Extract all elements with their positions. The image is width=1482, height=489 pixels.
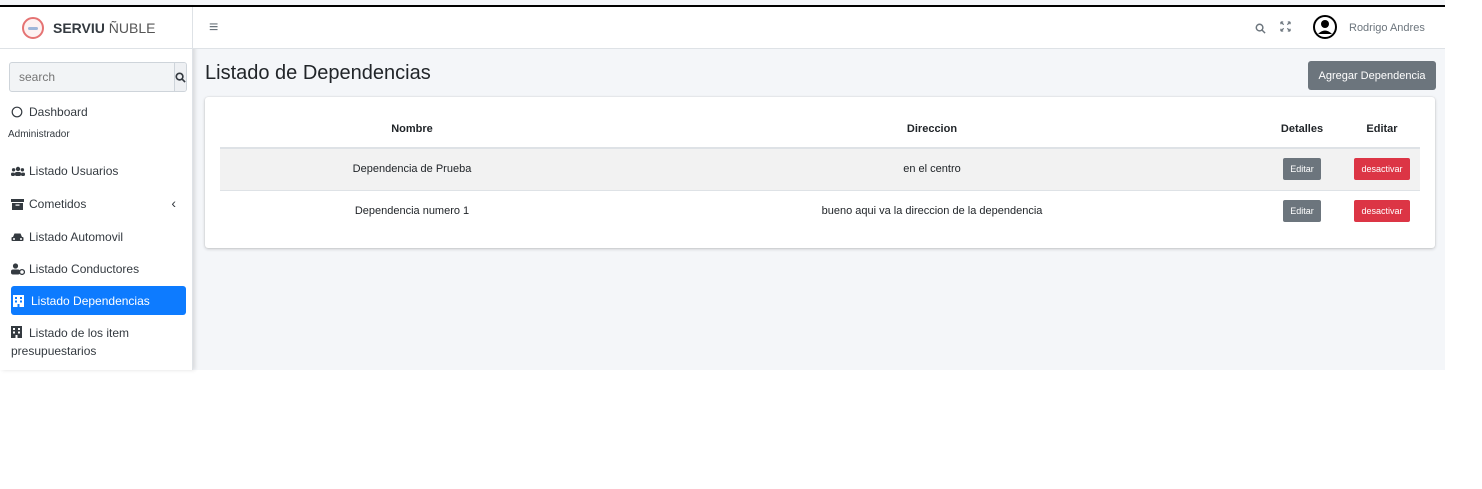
sidebar-item-label: Listado Dependencias: [31, 293, 150, 308]
sidebar-search: [9, 62, 187, 92]
app-root: SERVIU ÑUBLE Dashboard Administrador Lis…: [0, 0, 1445, 370]
editar-button[interactable]: Editar: [1283, 158, 1321, 181]
brand-link[interactable]: SERVIU ÑUBLE: [0, 7, 193, 49]
sidebar-item-label: Listado de los item presupuestarios: [11, 326, 130, 358]
dependencias-table: Nombre Direccion Detalles Editar Depende…: [220, 111, 1420, 232]
sidebar-item-item-presupuestarios[interactable]: Listado de los item presupuestarios: [11, 324, 186, 358]
sidebar-item-conductores[interactable]: Listado Conductores: [11, 260, 186, 278]
sidebar-section-header: Administrador: [8, 129, 70, 140]
sidebar-item-cometidos[interactable]: Cometidos ‹: [11, 195, 186, 213]
brand-logo: [22, 16, 44, 39]
top-navbar: ≡ Rodrigo Andres: [193, 7, 1445, 49]
column-header-nombre: Nombre: [220, 111, 604, 149]
sidebar: SERVIU ÑUBLE: [0, 7, 193, 370]
car-icon: [11, 232, 26, 243]
add-dependencia-button[interactable]: Agregar Dependencia: [1308, 61, 1436, 90]
cell-detalles: Editar: [1260, 189, 1344, 232]
archive-icon: [11, 198, 26, 210]
column-header-editar: Editar: [1344, 111, 1420, 149]
dependencias-card: Nombre Direccion Detalles Editar Depende…: [205, 97, 1435, 248]
sidebar-item-dashboard[interactable]: Dashboard: [11, 103, 186, 121]
cell-direccion: en el centro: [604, 147, 1260, 190]
fullscreen-icon[interactable]: [1280, 20, 1291, 35]
cell-detalles: Editar: [1260, 147, 1344, 190]
search-icon: [175, 71, 186, 83]
desactivar-button[interactable]: desactivar: [1354, 158, 1410, 181]
brand-name: SERVIU ÑUBLE: [53, 19, 156, 36]
navbar-search-icon[interactable]: [1255, 21, 1266, 39]
sidebar-item-dependencias[interactable]: Listado Dependencias: [11, 286, 186, 315]
table-row: Dependencia de Prueba en el centro Edita…: [220, 147, 1420, 190]
table-header-row: Nombre Direccion Detalles Editar: [220, 111, 1420, 149]
cell-editar: desactivar: [1344, 147, 1420, 190]
building-icon: [11, 326, 26, 338]
desactivar-button[interactable]: desactivar: [1354, 200, 1410, 223]
menu-toggle-icon[interactable]: ≡: [209, 19, 218, 37]
column-header-detalles: Detalles: [1260, 111, 1344, 149]
user-avatar-icon[interactable]: [1313, 15, 1337, 44]
user-driver-icon: [11, 263, 26, 275]
user-name[interactable]: Rodrigo Andres: [1349, 22, 1425, 34]
building-icon: [13, 294, 28, 307]
chevron-left-icon: ‹: [171, 195, 176, 211]
editar-button[interactable]: Editar: [1283, 200, 1321, 223]
sidebar-item-usuarios[interactable]: Listado Usuarios: [11, 162, 186, 180]
cell-editar: desactivar: [1344, 189, 1420, 232]
cell-direccion: bueno aqui va la direccion de la depende…: [604, 189, 1260, 232]
sidebar-item-automovil[interactable]: Listado Automovil: [11, 228, 186, 246]
cell-nombre: Dependencia de Prueba: [220, 147, 604, 190]
search-input[interactable]: [10, 63, 174, 91]
sidebar-item-label: Cometidos: [29, 197, 87, 211]
sidebar-item-label: Listado Usuarios: [29, 164, 119, 178]
sidebar-item-label: Listado Conductores: [29, 262, 140, 276]
search-button[interactable]: [174, 63, 186, 91]
sidebar-item-label: Listado Automovil: [29, 230, 124, 244]
sidebar-item-label: Dashboard: [29, 105, 88, 119]
table-row: Dependencia numero 1 bueno aqui va la di…: [220, 189, 1420, 232]
circle-icon: [11, 106, 26, 118]
column-header-direccion: Direccion: [604, 111, 1260, 149]
page-title: Listado de Dependencias: [205, 62, 431, 84]
cell-nombre: Dependencia numero 1: [220, 189, 604, 232]
users-icon: [11, 166, 26, 177]
